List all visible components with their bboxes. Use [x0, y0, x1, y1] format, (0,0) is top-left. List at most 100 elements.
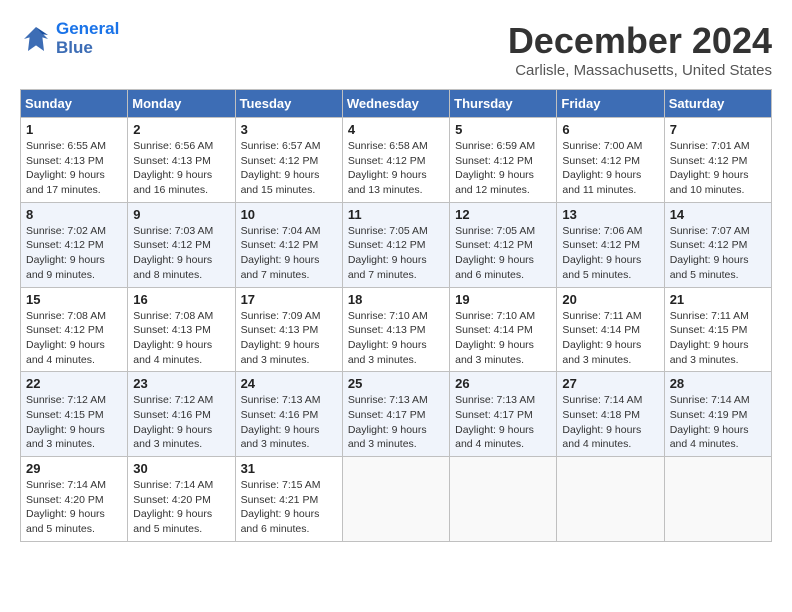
day-info: Sunrise: 7:02 AMSunset: 4:12 PMDaylight:…: [26, 224, 122, 283]
week-row-3: 15 Sunrise: 7:08 AMSunset: 4:12 PMDayligh…: [21, 287, 772, 372]
header: General Blue December 2024 Carlisle, Mas…: [20, 20, 772, 79]
calendar-cell: [557, 457, 664, 542]
day-info: Sunrise: 7:07 AMSunset: 4:12 PMDaylight:…: [670, 224, 766, 283]
day-number: 30: [133, 461, 229, 476]
calendar-cell: 18 Sunrise: 7:10 AMSunset: 4:13 PMDayligh…: [342, 287, 449, 372]
calendar-cell: 13Sunrise: 7:06 AMSunset: 4:12 PMDayligh…: [557, 202, 664, 287]
day-number: 25: [348, 376, 444, 391]
day-info: Sunrise: 7:08 AMSunset: 4:13 PMDaylight:…: [133, 309, 229, 368]
day-info: Sunrise: 7:13 AMSunset: 4:16 PMDaylight:…: [241, 393, 337, 452]
day-info: Sunrise: 6:57 AMSunset: 4:12 PMDaylight:…: [241, 139, 337, 198]
day-number: 15: [26, 292, 122, 307]
calendar-cell: 1 Sunrise: 6:55 AMSunset: 4:13 PMDaylight…: [21, 118, 128, 203]
day-number: 17: [241, 292, 337, 307]
day-info: Sunrise: 7:14 AMSunset: 4:20 PMDaylight:…: [26, 478, 122, 537]
week-row-2: 8 Sunrise: 7:02 AMSunset: 4:12 PMDaylight…: [21, 202, 772, 287]
day-number: 20: [562, 292, 658, 307]
day-info: Sunrise: 7:11 AMSunset: 4:15 PMDaylight:…: [670, 309, 766, 368]
calendar-cell: 24 Sunrise: 7:13 AMSunset: 4:16 PMDayligh…: [235, 372, 342, 457]
day-info: Sunrise: 7:01 AMSunset: 4:12 PMDaylight:…: [670, 139, 766, 198]
calendar-cell: 16 Sunrise: 7:08 AMSunset: 4:13 PMDayligh…: [128, 287, 235, 372]
week-row-1: 1 Sunrise: 6:55 AMSunset: 4:13 PMDaylight…: [21, 118, 772, 203]
day-number: 4: [348, 122, 444, 137]
day-number: 13: [562, 207, 658, 222]
calendar-cell: 4 Sunrise: 6:58 AMSunset: 4:12 PMDaylight…: [342, 118, 449, 203]
logo-text: General Blue: [56, 20, 119, 57]
day-info: Sunrise: 7:05 AMSunset: 4:12 PMDaylight:…: [455, 224, 551, 283]
day-number: 29: [26, 461, 122, 476]
day-number: 18: [348, 292, 444, 307]
calendar-cell: [664, 457, 771, 542]
calendar-cell: 22Sunrise: 7:12 AMSunset: 4:15 PMDayligh…: [21, 372, 128, 457]
calendar-cell: 31 Sunrise: 7:15 AMSunset: 4:21 PMDayligh…: [235, 457, 342, 542]
calendar-cell: 28Sunrise: 7:14 AMSunset: 4:19 PMDayligh…: [664, 372, 771, 457]
calendar: SundayMondayTuesdayWednesdayThursdayFrid…: [20, 89, 772, 542]
month-title: December 2024: [508, 20, 772, 62]
calendar-cell: 19Sunrise: 7:10 AMSunset: 4:14 PMDayligh…: [450, 287, 557, 372]
weekday-header-row: SundayMondayTuesdayWednesdayThursdayFrid…: [21, 90, 772, 118]
title-area: December 2024 Carlisle, Massachusetts, U…: [508, 20, 772, 79]
day-number: 24: [241, 376, 337, 391]
day-info: Sunrise: 7:03 AMSunset: 4:12 PMDaylight:…: [133, 224, 229, 283]
day-number: 9: [133, 207, 229, 222]
day-info: Sunrise: 7:13 AMSunset: 4:17 PMDaylight:…: [455, 393, 551, 452]
day-info: Sunrise: 6:55 AMSunset: 4:13 PMDaylight:…: [26, 139, 122, 198]
day-info: Sunrise: 7:14 AMSunset: 4:18 PMDaylight:…: [562, 393, 658, 452]
weekday-header-tuesday: Tuesday: [235, 90, 342, 118]
day-number: 22: [26, 376, 122, 391]
day-info: Sunrise: 7:08 AMSunset: 4:12 PMDaylight:…: [26, 309, 122, 368]
location: Carlisle, Massachusetts, United States: [508, 62, 772, 79]
calendar-cell: 17 Sunrise: 7:09 AMSunset: 4:13 PMDayligh…: [235, 287, 342, 372]
day-number: 21: [670, 292, 766, 307]
day-info: Sunrise: 7:13 AMSunset: 4:17 PMDaylight:…: [348, 393, 444, 452]
day-info: Sunrise: 7:11 AMSunset: 4:14 PMDaylight:…: [562, 309, 658, 368]
day-number: 7: [670, 122, 766, 137]
day-info: Sunrise: 7:10 AMSunset: 4:14 PMDaylight:…: [455, 309, 551, 368]
day-info: Sunrise: 7:12 AMSunset: 4:16 PMDaylight:…: [133, 393, 229, 452]
calendar-cell: 12 Sunrise: 7:05 AMSunset: 4:12 PMDayligh…: [450, 202, 557, 287]
day-info: Sunrise: 7:14 AMSunset: 4:20 PMDaylight:…: [133, 478, 229, 537]
day-info: Sunrise: 7:09 AMSunset: 4:13 PMDaylight:…: [241, 309, 337, 368]
weekday-header-sunday: Sunday: [21, 90, 128, 118]
calendar-cell: 15 Sunrise: 7:08 AMSunset: 4:12 PMDayligh…: [21, 287, 128, 372]
day-number: 31: [241, 461, 337, 476]
calendar-cell: 26 Sunrise: 7:13 AMSunset: 4:17 PMDayligh…: [450, 372, 557, 457]
day-number: 1: [26, 122, 122, 137]
week-row-5: 29 Sunrise: 7:14 AMSunset: 4:20 PMDayligh…: [21, 457, 772, 542]
calendar-cell: 23Sunrise: 7:12 AMSunset: 4:16 PMDayligh…: [128, 372, 235, 457]
day-number: 16: [133, 292, 229, 307]
day-number: 12: [455, 207, 551, 222]
weekday-header-monday: Monday: [128, 90, 235, 118]
week-row-4: 22Sunrise: 7:12 AMSunset: 4:15 PMDayligh…: [21, 372, 772, 457]
day-number: 11: [348, 207, 444, 222]
calendar-cell: 6Sunrise: 7:00 AMSunset: 4:12 PMDaylight…: [557, 118, 664, 203]
day-info: Sunrise: 7:15 AMSunset: 4:21 PMDaylight:…: [241, 478, 337, 537]
day-number: 3: [241, 122, 337, 137]
calendar-cell: 20 Sunrise: 7:11 AMSunset: 4:14 PMDayligh…: [557, 287, 664, 372]
calendar-cell: [450, 457, 557, 542]
calendar-cell: 2 Sunrise: 6:56 AMSunset: 4:13 PMDaylight…: [128, 118, 235, 203]
weekday-header-saturday: Saturday: [664, 90, 771, 118]
calendar-cell: 21 Sunrise: 7:11 AMSunset: 4:15 PMDayligh…: [664, 287, 771, 372]
day-info: Sunrise: 6:58 AMSunset: 4:12 PMDaylight:…: [348, 139, 444, 198]
logo-icon: [20, 23, 52, 55]
day-number: 10: [241, 207, 337, 222]
calendar-cell: 14Sunrise: 7:07 AMSunset: 4:12 PMDayligh…: [664, 202, 771, 287]
weekday-header-wednesday: Wednesday: [342, 90, 449, 118]
calendar-cell: 8 Sunrise: 7:02 AMSunset: 4:12 PMDaylight…: [21, 202, 128, 287]
calendar-cell: 30 Sunrise: 7:14 AMSunset: 4:20 PMDayligh…: [128, 457, 235, 542]
day-number: 26: [455, 376, 551, 391]
day-info: Sunrise: 7:10 AMSunset: 4:13 PMDaylight:…: [348, 309, 444, 368]
day-number: 2: [133, 122, 229, 137]
calendar-cell: 10 Sunrise: 7:04 AMSunset: 4:12 PMDayligh…: [235, 202, 342, 287]
day-number: 8: [26, 207, 122, 222]
day-info: Sunrise: 6:59 AMSunset: 4:12 PMDaylight:…: [455, 139, 551, 198]
day-number: 5: [455, 122, 551, 137]
day-info: Sunrise: 6:56 AMSunset: 4:13 PMDaylight:…: [133, 139, 229, 198]
calendar-cell: 29 Sunrise: 7:14 AMSunset: 4:20 PMDayligh…: [21, 457, 128, 542]
calendar-cell: 25 Sunrise: 7:13 AMSunset: 4:17 PMDayligh…: [342, 372, 449, 457]
day-info: Sunrise: 7:05 AMSunset: 4:12 PMDaylight:…: [348, 224, 444, 283]
day-info: Sunrise: 7:04 AMSunset: 4:12 PMDaylight:…: [241, 224, 337, 283]
logo: General Blue: [20, 20, 119, 57]
weekday-header-friday: Friday: [557, 90, 664, 118]
